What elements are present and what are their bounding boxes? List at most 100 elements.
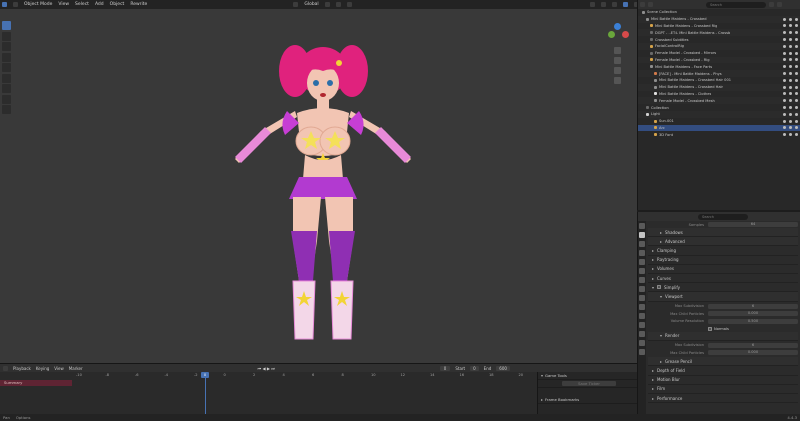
property-panel[interactable]: ▸ Motion Blur (648, 376, 798, 385)
property-panel[interactable]: ▸ Clamping (648, 246, 798, 256)
visibility-toggles[interactable] (783, 99, 798, 103)
menu-marker[interactable]: Marker (69, 366, 83, 371)
mode-toggle-icon[interactable] (13, 2, 18, 7)
checkbox-icon[interactable] (783, 126, 786, 130)
cursor-tool-icon[interactable] (2, 31, 11, 41)
visibility-toggles[interactable] (783, 106, 798, 110)
measure-tool-icon[interactable] (2, 94, 11, 104)
texture-tab-icon[interactable] (639, 349, 645, 355)
camera-icon[interactable] (795, 17, 798, 21)
property-panel[interactable]: ▾ Simplify (648, 283, 798, 293)
add-cube-tool-icon[interactable] (2, 105, 11, 114)
samples-field[interactable]: Samples 64 (648, 221, 798, 228)
outliner-search-input[interactable]: Search (706, 1, 766, 8)
game-tools-panel[interactable]: ▾ Game Tools (538, 372, 637, 380)
visibility-toggles[interactable] (783, 38, 798, 42)
checkbox-icon[interactable] (783, 38, 786, 42)
outliner-row[interactable]: Light (638, 110, 800, 118)
checkbox-icon[interactable] (783, 112, 786, 116)
camera-icon[interactable] (795, 38, 798, 42)
simplify-checkbox[interactable] (657, 285, 662, 290)
property-field[interactable]: Volume Resolution 0.500 (648, 318, 798, 324)
checkbox-icon[interactable] (783, 92, 786, 96)
render-subpanel[interactable]: ▾ Render (648, 331, 798, 341)
checkbox-icon[interactable] (783, 31, 786, 35)
property-panel[interactable]: ▸ Advanced (648, 237, 798, 247)
current-frame-field[interactable]: 0 (439, 365, 451, 371)
orientation-dropdown[interactable]: Global (304, 2, 318, 7)
select-box-tool-icon[interactable] (2, 21, 11, 30)
property-field[interactable]: Max Subdivision 6 (648, 342, 798, 348)
visibility-toggles[interactable] (783, 85, 798, 89)
xray-icon[interactable] (611, 2, 617, 7)
transform-tool-icon[interactable] (2, 73, 11, 83)
visibility-toggles[interactable] (783, 24, 798, 28)
visibility-toggles[interactable] (783, 65, 798, 69)
summary-channel[interactable]: Summary (0, 380, 72, 386)
tool-tab-icon[interactable] (639, 223, 645, 229)
pan-hand-icon[interactable] (614, 57, 621, 64)
eye-icon[interactable] (789, 119, 792, 123)
particles-tab-icon[interactable] (639, 304, 645, 310)
menu-view[interactable]: View (58, 2, 69, 7)
visibility-toggles[interactable] (783, 58, 798, 62)
new-collection-icon[interactable] (777, 2, 782, 7)
scale-tool-icon[interactable] (2, 63, 11, 72)
menu-view-timeline[interactable]: View (54, 366, 64, 371)
camera-icon[interactable] (795, 58, 798, 62)
outliner-type-icon[interactable] (640, 2, 645, 7)
output-tab-icon[interactable] (639, 241, 645, 247)
camera-icon[interactable] (795, 112, 798, 116)
camera-icon[interactable] (795, 133, 798, 137)
checkbox-icon[interactable] (783, 99, 786, 103)
annotate-tool-icon[interactable] (2, 84, 11, 93)
checkbox-icon[interactable] (783, 44, 786, 48)
frame-bookmarks-panel[interactable]: ▸ Frame Bookmarks (538, 396, 637, 404)
character-model[interactable] (225, 41, 415, 351)
outliner-row[interactable]: FacialControlRig (638, 42, 800, 50)
outliner-row[interactable]: DGPT - ..ET:L Mini Battle Maidens - Cros… (638, 29, 800, 37)
scene-tab-icon[interactable] (639, 259, 645, 265)
menu-playback[interactable]: Playback (13, 366, 31, 371)
visibility-toggles[interactable] (783, 31, 798, 35)
field-value[interactable]: 6 (708, 342, 798, 348)
camera-icon[interactable] (795, 78, 798, 82)
eye-icon[interactable] (789, 65, 792, 69)
visibility-toggles[interactable] (783, 44, 798, 48)
field-value[interactable]: 0.500 (708, 318, 798, 324)
outliner-row[interactable]: Crossbed Subtitles (638, 36, 800, 43)
checkbox-icon[interactable] (783, 133, 786, 137)
viewport-subpanel[interactable]: ▾ Viewport (648, 292, 798, 302)
perspective-grid-icon[interactable] (614, 77, 621, 84)
menu-keying[interactable]: Keying (36, 366, 49, 371)
play-controls-icon[interactable]: ⏮ ◀ ▶ ⏭ (258, 366, 275, 371)
timeline-type-icon[interactable] (3, 365, 8, 371)
pivot-icon[interactable] (324, 2, 330, 7)
eye-icon[interactable] (789, 92, 792, 96)
properties-search-input[interactable]: Search (698, 213, 748, 220)
camera-icon[interactable] (795, 24, 798, 28)
data-tab-icon[interactable] (639, 331, 645, 337)
outliner-row[interactable]: Scene Collection (638, 9, 800, 16)
checkbox-icon[interactable] (783, 58, 786, 62)
outliner-row[interactable]: Mini Battle Maidens - Crossbed Hair 001 (638, 77, 800, 84)
property-panel[interactable]: ▸ Depth of Field (648, 366, 798, 376)
outliner-row[interactable]: Sun.001 (638, 118, 800, 125)
visibility-toggles[interactable] (783, 72, 798, 76)
eye-icon[interactable] (789, 99, 792, 103)
shading-solid-icon[interactable] (622, 2, 628, 7)
property-panel[interactable]: ▸ Performance (648, 394, 798, 404)
camera-icon[interactable] (795, 51, 798, 55)
camera-icon[interactable] (795, 85, 798, 89)
checkbox-icon[interactable] (783, 119, 786, 123)
outliner-row[interactable]: 3D Font (638, 131, 800, 138)
menu-add[interactable]: Add (95, 2, 104, 7)
outliner-row[interactable]: [FACE] - Mini Battle Maidens - Phys (638, 70, 800, 77)
camera-icon[interactable] (795, 72, 798, 76)
field-value[interactable]: 0.000 (708, 350, 798, 356)
checkbox-icon[interactable] (783, 106, 786, 110)
visibility-toggles[interactable] (783, 133, 798, 137)
outliner-row[interactable]: Mini Battle Maidens - Face Parts (638, 63, 800, 70)
outliner-row[interactable]: Female Model - Crossbed Mesh (638, 97, 800, 105)
menu-object-mode[interactable]: Object Mode (24, 2, 52, 7)
